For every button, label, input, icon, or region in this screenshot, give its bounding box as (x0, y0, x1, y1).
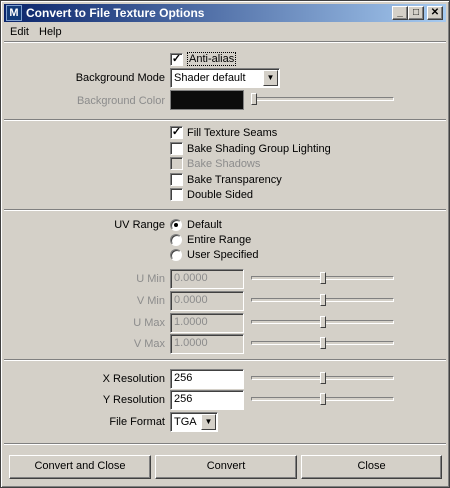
background-color-slider[interactable] (251, 97, 394, 101)
x-resolution-slider-thumb[interactable] (319, 372, 326, 384)
file-format-label: File Format (109, 416, 165, 428)
title-bar[interactable]: M Convert to File Texture Options _ □ ✕ (4, 4, 446, 22)
background-color-swatch[interactable] (170, 90, 244, 110)
close-icon: ✕ (430, 7, 440, 18)
u-max-label: U Max (133, 317, 165, 329)
x-resolution-field[interactable]: 256 (170, 369, 244, 389)
radio-dot-icon (174, 223, 178, 227)
bake-transparency-checkbox[interactable] (170, 173, 183, 186)
bake-shadows-checkbox (170, 157, 183, 170)
bake-shading-group-lighting-checkbox[interactable] (170, 142, 183, 155)
file-format-select[interactable]: TGA ▼ (170, 412, 218, 432)
checkmark-icon: ✓ (171, 53, 182, 65)
minimize-button[interactable]: _ (392, 6, 408, 20)
u-max-field: 1.0000 (170, 313, 244, 333)
options-window: M Convert to File Texture Options _ □ ✕ … (0, 0, 450, 488)
u-min-slider-thumb (319, 272, 326, 284)
minimize-icon: _ (397, 7, 403, 18)
close-window-button[interactable]: ✕ (427, 6, 443, 20)
double-sided-label: Double Sided (187, 189, 254, 201)
bake-shadows-label: Bake Shadows (187, 158, 261, 170)
uv-range-user-radio[interactable] (170, 249, 182, 261)
x-resolution-label: X Resolution (102, 373, 165, 385)
section-divider (4, 359, 446, 361)
uv-range-user-label: User Specified (187, 249, 259, 261)
chevron-down-icon: ▼ (201, 414, 216, 430)
menu-help[interactable]: Help (39, 26, 62, 38)
fill-texture-seams-checkbox[interactable]: ✓ (170, 126, 183, 139)
y-resolution-label: Y Resolution (102, 394, 165, 406)
convert-button[interactable]: Convert (155, 455, 297, 479)
uv-range-entire-radio[interactable] (170, 234, 182, 246)
v-min-slider-thumb (319, 294, 326, 306)
u-max-slider-thumb (319, 316, 326, 328)
background-mode-label: Background Mode (75, 72, 165, 84)
y-resolution-field[interactable]: 256 (170, 390, 244, 410)
menu-edit[interactable]: Edit (10, 26, 29, 38)
chevron-down-icon: ▼ (263, 70, 278, 86)
uv-range-default-label: Default (187, 219, 222, 231)
v-min-label: V Min (136, 295, 165, 307)
u-min-field: 0.0000 (170, 269, 244, 289)
bake-transparency-label: Bake Transparency (187, 174, 282, 186)
section-divider (4, 443, 446, 445)
double-sided-checkbox[interactable] (170, 188, 183, 201)
v-max-label: V Max (133, 338, 165, 350)
file-format-value: TGA (174, 416, 197, 428)
v-max-slider-thumb (319, 337, 326, 349)
close-button[interactable]: Close (301, 455, 442, 479)
maximize-icon: □ (412, 7, 420, 18)
uv-range-default-radio[interactable] (170, 219, 182, 231)
anti-alias-checkbox[interactable]: ✓ (170, 53, 183, 66)
background-mode-value: Shader default (174, 72, 246, 84)
section-divider (4, 119, 446, 121)
uv-range-label: UV Range (114, 219, 165, 231)
y-resolution-slider-thumb[interactable] (319, 393, 326, 405)
anti-alias-label: Anti-alias (187, 52, 237, 66)
u-min-label: U Min (136, 273, 165, 285)
convert-and-close-button[interactable]: Convert and Close (9, 455, 151, 479)
background-mode-select[interactable]: Shader default ▼ (170, 68, 280, 88)
fill-texture-seams-label: Fill Texture Seams (187, 127, 278, 139)
maya-logo-icon: M (6, 5, 22, 21)
v-min-field: 0.0000 (170, 291, 244, 311)
maximize-button[interactable]: □ (408, 6, 424, 20)
v-max-field: 1.0000 (170, 334, 244, 354)
background-color-slider-thumb[interactable] (251, 93, 257, 105)
window-title: Convert to File Texture Options (26, 6, 205, 20)
menu-divider (4, 41, 446, 43)
menu-bar: Edit Help (4, 23, 446, 41)
background-color-label: Background Color (76, 95, 165, 107)
bake-shading-group-lighting-label: Bake Shading Group Lighting (187, 143, 331, 155)
uv-range-entire-label: Entire Range (187, 234, 252, 246)
checkmark-icon: ✓ (171, 126, 182, 138)
section-divider (4, 209, 446, 211)
